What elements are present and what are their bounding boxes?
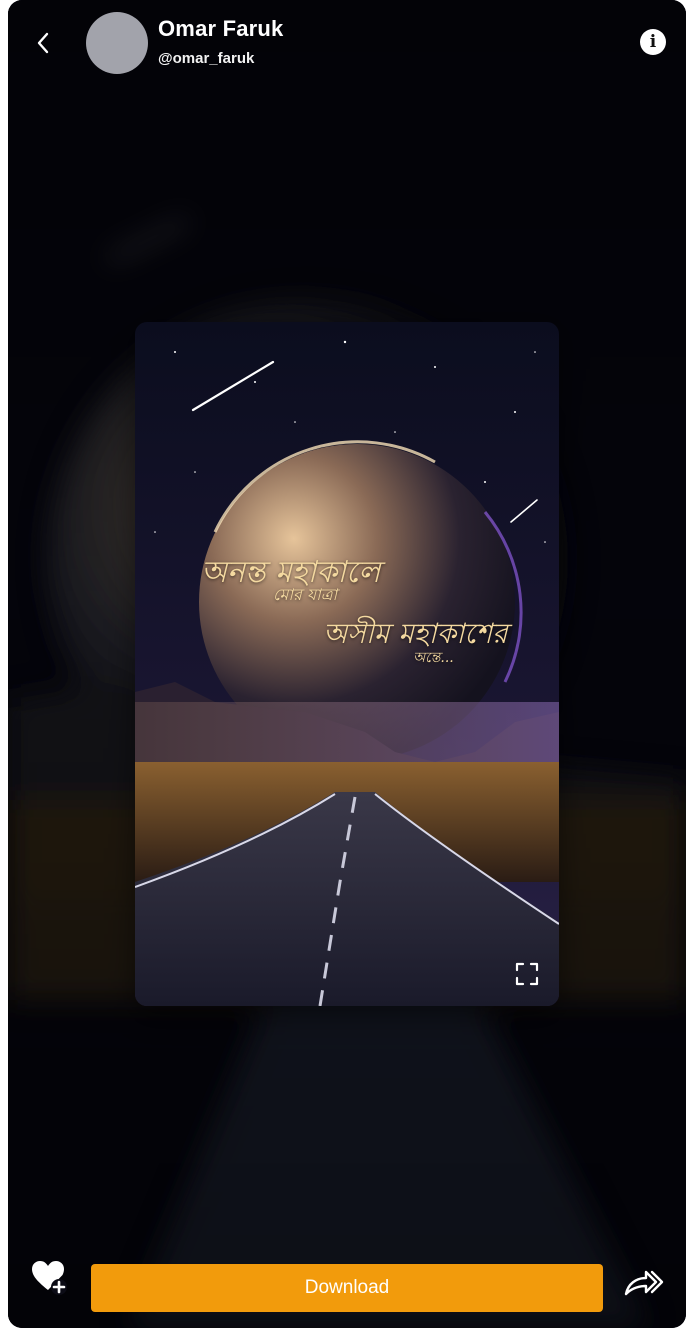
avatar[interactable] <box>86 12 148 74</box>
fullscreen-button[interactable] <box>515 962 539 986</box>
bottom-bar: Download <box>8 1248 686 1328</box>
download-button[interactable]: Download <box>91 1264 603 1312</box>
wallpaper-viewer-screen: Omar Faruk @omar_faruk i অনন্ত মহাকালে ম… <box>8 0 686 1328</box>
user-handle[interactable]: @omar_faruk <box>158 50 254 67</box>
wallpaper-image <box>135 322 559 1006</box>
share-forward-icon <box>624 1270 664 1296</box>
favorite-button[interactable] <box>30 1258 70 1298</box>
fullscreen-icon <box>515 962 539 986</box>
user-name[interactable]: Omar Faruk <box>158 16 284 42</box>
top-bar: Omar Faruk @omar_faruk i <box>8 0 686 90</box>
caption-line-4: অন্তে... <box>413 650 454 666</box>
share-button[interactable] <box>622 1262 666 1302</box>
heart-plus-icon <box>32 1261 67 1295</box>
info-icon: i <box>649 31 657 52</box>
info-button[interactable]: i <box>640 29 666 55</box>
chevron-left-icon <box>37 32 49 54</box>
back-button[interactable] <box>28 26 58 60</box>
wallpaper-preview[interactable]: অনন্ত মহাকালে মোর যাত্রা অসীম মহাকাশের অ… <box>135 322 559 1006</box>
caption-line-2: মোর যাত্রা <box>273 585 338 604</box>
